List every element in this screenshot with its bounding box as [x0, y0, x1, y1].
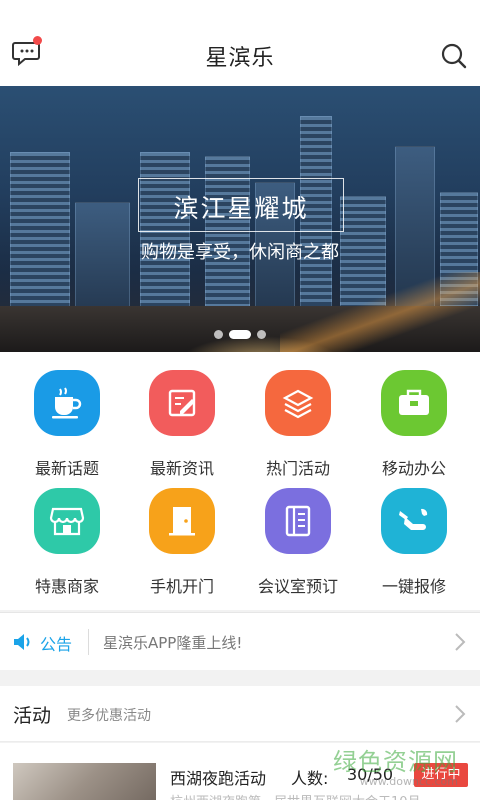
page-title: 星滨乐: [205, 46, 275, 71]
search-button[interactable]: [440, 42, 468, 70]
storefront-icon: [34, 488, 100, 554]
top-bar: 星滨乐: [0, 0, 480, 86]
announcement-bar[interactable]: 公告 星滨乐APP隆重上线!: [0, 612, 480, 670]
chevron-right-icon: [455, 705, 466, 723]
activity-description: 杭州西湖夜跑第一届世界互联网大会于10月: [170, 791, 421, 800]
carousel-indicator: [0, 324, 480, 343]
menu-item-hot-activities[interactable]: 热门活动: [238, 354, 358, 478]
banner-carousel[interactable]: 滨江星耀城 购物是享受，休闲商之都: [0, 86, 480, 352]
section-title: 活动: [13, 705, 52, 727]
activity-name: 西湖夜跑活动: [170, 769, 267, 788]
activities-header[interactable]: 活动 更多优惠活动: [0, 686, 480, 742]
menu-item-latest-news[interactable]: 最新资讯: [122, 354, 242, 478]
announcement-text: 星滨乐APP隆重上线!: [103, 634, 243, 652]
repair-wrench-icon: [381, 488, 447, 554]
search-icon: [441, 43, 467, 69]
carousel-dot[interactable]: [257, 330, 266, 339]
carousel-dot-active[interactable]: [229, 330, 251, 339]
menu-label: 会议室预订: [257, 577, 338, 596]
toolbox-icon: [381, 370, 447, 436]
participant-count-label: 人数:: [291, 769, 329, 788]
menu-item-merchant-deals[interactable]: 特惠商家: [7, 472, 127, 596]
banner-subtitle: 购物是享受，休闲商之都: [141, 242, 339, 263]
speaker-icon: [14, 634, 30, 650]
menu-item-repair[interactable]: 一键报修: [354, 472, 474, 596]
function-grid: 最新话题 最新资讯 热门活动 移动办公 特惠商家 手机开门 会议室预订 一键报修: [0, 352, 480, 610]
divider: [88, 629, 89, 655]
menu-label: 手机开门: [149, 577, 214, 596]
menu-item-mobile-office[interactable]: 移动办公: [354, 354, 474, 478]
more-activities-link[interactable]: 更多优惠活动: [67, 705, 151, 725]
calendar-book-icon: [265, 488, 331, 554]
news-edit-icon: [149, 370, 215, 436]
banner-title-box: 滨江星耀城: [138, 178, 344, 232]
menu-label: 特惠商家: [34, 577, 99, 596]
menu-item-mobile-door[interactable]: 手机开门: [122, 472, 242, 596]
watermark: 绿色资源网 www.downcc.com: [333, 742, 458, 788]
watermark-cn: 绿色资源网: [333, 748, 458, 776]
carousel-dot[interactable]: [214, 330, 223, 339]
chevron-right-icon: [455, 633, 466, 651]
banner-title: 滨江星耀城: [173, 194, 309, 223]
announcement-tag: 公告: [40, 635, 73, 654]
activity-thumbnail: [13, 763, 156, 800]
coffee-cup-icon: [34, 370, 100, 436]
menu-item-latest-topics[interactable]: 最新话题: [7, 354, 127, 478]
menu-item-meeting-room[interactable]: 会议室预订: [238, 472, 358, 596]
door-icon: [149, 488, 215, 554]
layers-icon: [265, 370, 331, 436]
menu-label: 一键报修: [381, 577, 446, 596]
